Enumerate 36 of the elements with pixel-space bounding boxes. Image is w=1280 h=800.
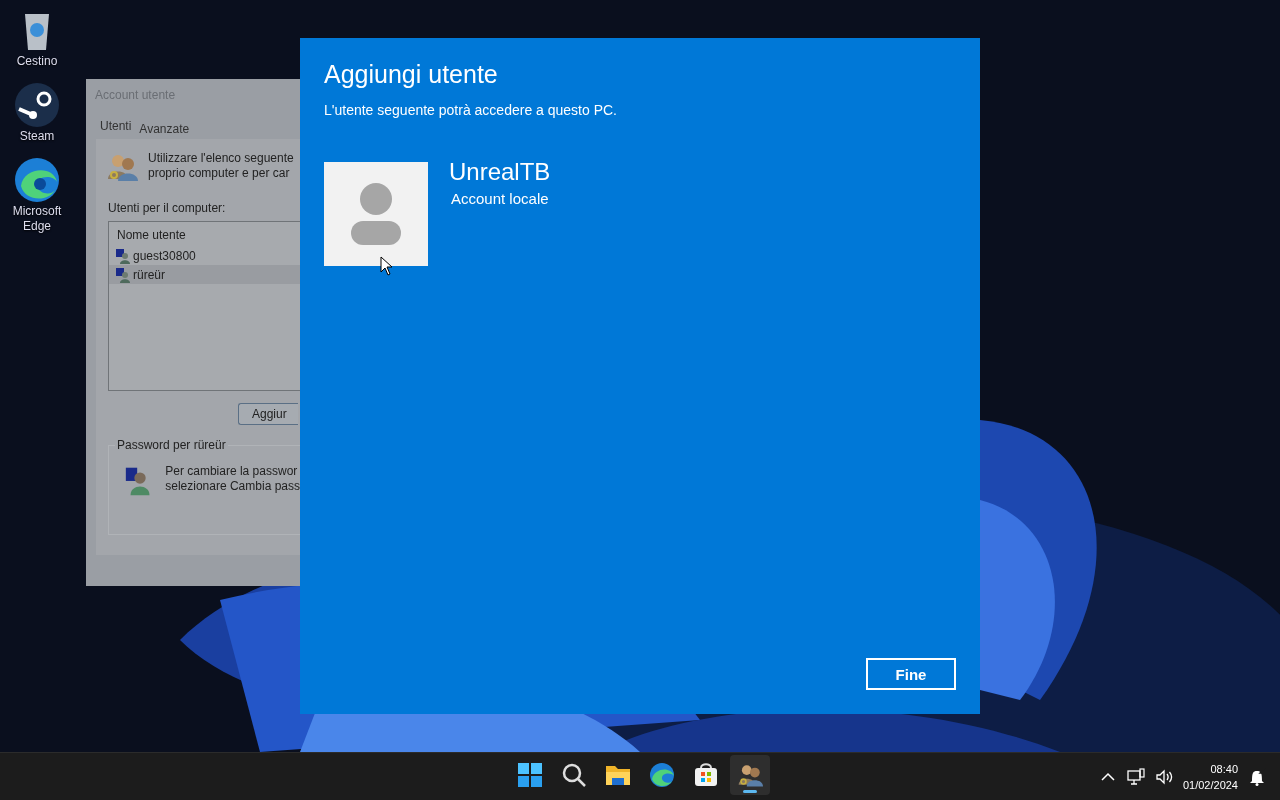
clock-time[interactable]: 08:40 bbox=[1210, 760, 1238, 777]
dialog-title: Aggiungi utente bbox=[324, 60, 498, 89]
add-button[interactable]: Aggiur bbox=[238, 403, 298, 425]
user-name: guest30800 bbox=[133, 248, 196, 263]
edge-icon[interactable] bbox=[13, 156, 61, 204]
finish-button[interactable]: Fine bbox=[866, 658, 956, 690]
group-title: Password per rüreür bbox=[115, 438, 228, 452]
desktop-icon-label[interactable]: Steam bbox=[7, 129, 67, 144]
user-row[interactable]: rüreür bbox=[109, 265, 300, 284]
intro-text: Utilizzare l'elenco seguente proprio computer e per car bbox=[148, 151, 294, 182]
tab[interactable]: Avanzate bbox=[135, 119, 194, 139]
user-name: UnrealTB bbox=[449, 158, 551, 186]
users-icon bbox=[737, 762, 763, 788]
network-icon[interactable] bbox=[1126, 767, 1145, 786]
desktop-icon-label[interactable]: Microsoft Edge bbox=[7, 204, 67, 234]
column-header: Nome utente bbox=[116, 227, 187, 244]
store-icon bbox=[693, 762, 719, 788]
taskbar-button[interactable] bbox=[730, 755, 770, 795]
user-name: rüreür bbox=[133, 267, 165, 282]
person-icon bbox=[350, 183, 402, 245]
active-indicator bbox=[743, 790, 757, 793]
desktop-icon-label[interactable]: Cestino bbox=[7, 54, 67, 69]
account-type: Account locale bbox=[451, 190, 549, 207]
start-icon bbox=[517, 762, 543, 788]
password-text: Per cambiare la passwor selezionare Cambia pass bbox=[165, 464, 300, 495]
list-label: Utenti per il computer: bbox=[108, 201, 226, 215]
user-row[interactable]: guest30800 bbox=[109, 246, 300, 265]
steam-icon[interactable] bbox=[13, 81, 61, 129]
user-icon bbox=[115, 247, 131, 264]
clock-date[interactable]: 01/02/2024 bbox=[1182, 776, 1238, 793]
mouse-cursor-icon bbox=[380, 256, 393, 276]
user-icon bbox=[115, 266, 131, 283]
edge-icon bbox=[649, 762, 675, 788]
volume-icon[interactable] bbox=[1154, 767, 1173, 786]
search-icon bbox=[561, 762, 587, 788]
dialog-subtitle: L'utente seguente potrà accedere a questo PC. bbox=[324, 102, 617, 118]
